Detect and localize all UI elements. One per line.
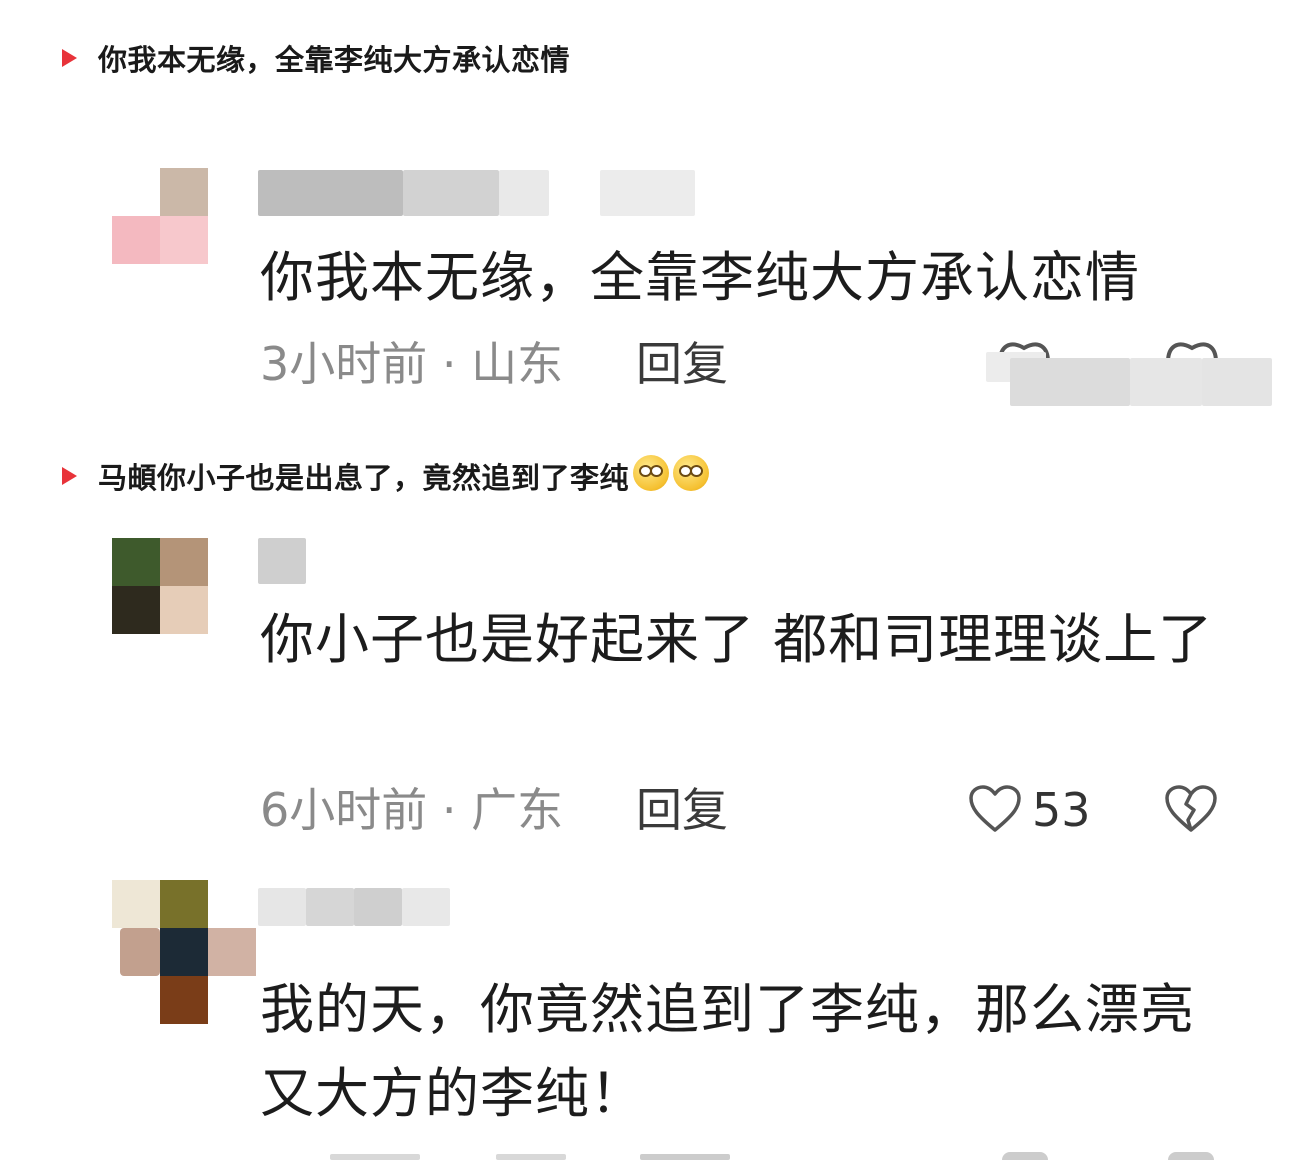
comment-time-location: 6小时前 · 广东	[260, 783, 564, 837]
comment-time-location: 3小时前 · 山东	[260, 337, 564, 391]
caption-text: 马頔你小子也是出息了，竟然追到了李纯	[98, 461, 630, 495]
heart-icon[interactable]	[968, 784, 1022, 834]
comment-text: 你小子也是好起来了 都和司理理谈上了	[260, 608, 1214, 671]
reply-button[interactable]: 回复	[636, 336, 728, 392]
broken-heart-icon[interactable]	[1164, 784, 1218, 834]
pleading-face-icon	[633, 455, 670, 491]
caption-text: 你我本无缘，全靠李纯大方承认恋情	[98, 43, 571, 77]
comment-text: 我的天，你竟然追到了李纯，那么漂亮又大方的李纯！	[260, 978, 1195, 1125]
play-marker-icon	[62, 49, 77, 67]
play-marker-icon	[62, 467, 77, 485]
reply-button[interactable]: 回复	[636, 782, 728, 838]
pleading-face-icon	[673, 455, 710, 491]
comment-text: 你我本无缘，全靠李纯大方承认恋情	[260, 246, 1140, 309]
caption-2: 马頔你小子也是出息了，竟然追到了李纯	[62, 455, 710, 496]
like-count: 53	[1032, 783, 1091, 837]
caption-1: 你我本无缘，全靠李纯大方承认恋情	[62, 38, 570, 78]
